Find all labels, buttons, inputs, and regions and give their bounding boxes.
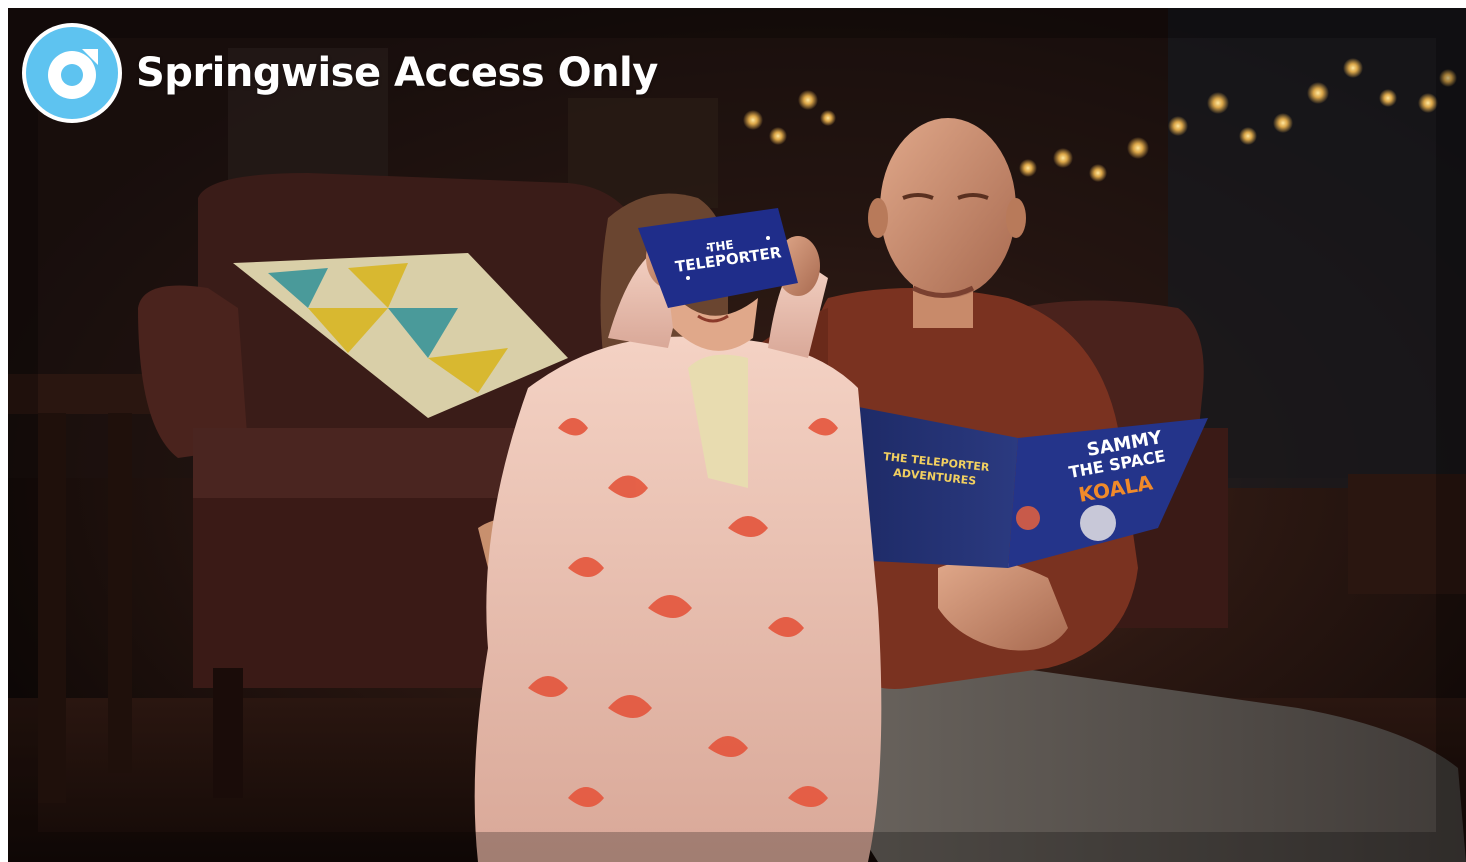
badge-label: Springwise Access Only: [136, 50, 658, 96]
scene-photo: THE TELEPORTER ADVENTURES SAMMY THE SPAC…: [8, 8, 1466, 862]
photo-frame: THE TELEPORTER ADVENTURES SAMMY THE SPAC…: [8, 8, 1466, 862]
springwise-badge: Springwise Access Only: [20, 20, 658, 126]
springwise-logo-icon: [22, 23, 122, 123]
